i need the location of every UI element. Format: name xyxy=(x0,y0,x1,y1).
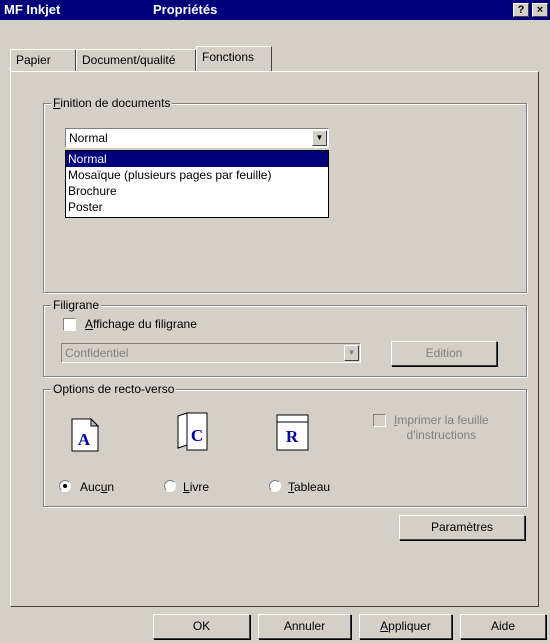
radio-none-label[interactable]: Aucun xyxy=(80,480,114,494)
radio-none[interactable] xyxy=(59,480,71,492)
dropdown-option-brochure[interactable]: Brochure xyxy=(66,183,328,199)
properties-dialog: MF Inkjet Propriétés ? × Papier Document… xyxy=(0,0,550,643)
watermark-checkbox[interactable] xyxy=(63,318,76,331)
dropdown-option-normal[interactable]: Normal xyxy=(66,151,328,167)
dropdown-option-mosaique[interactable]: Mosaïque (plusieurs pages par feuille) xyxy=(66,167,328,183)
finishing-legend: Finition de documents xyxy=(51,96,173,110)
help-button[interactable]: Aide xyxy=(460,614,546,639)
radio-table-label[interactable]: Tableau xyxy=(288,480,330,494)
radio-book-label[interactable]: Livre xyxy=(183,480,209,494)
page-letter: A xyxy=(78,430,91,449)
cancel-button[interactable]: Annuler xyxy=(258,614,351,639)
app-title: MF Inkjet xyxy=(4,2,61,17)
watermark-legend: Filigrane xyxy=(51,298,102,312)
close-button[interactable]: × xyxy=(532,3,548,17)
ok-button[interactable]: OK xyxy=(153,614,250,639)
tab-fonctions[interactable]: Fonctions xyxy=(196,46,272,71)
finishing-select-value: Normal xyxy=(69,131,108,145)
page-letter: R xyxy=(286,427,299,446)
parameters-button[interactable]: Paramètres xyxy=(399,515,525,540)
finishing-select[interactable]: Normal ▼ xyxy=(65,128,329,148)
tab-papier[interactable]: Papier xyxy=(10,49,76,71)
duplex-legend: Options de recto-verso xyxy=(51,382,177,396)
watermark-checkbox-label[interactable]: Affichage du filigrane xyxy=(85,317,197,331)
watermark-select[interactable]: Confidentiel ▼ xyxy=(61,343,361,363)
page-letter: C xyxy=(191,426,203,445)
radio-book[interactable] xyxy=(164,480,176,492)
print-instructions-checkbox[interactable] xyxy=(373,414,386,427)
watermark-select-value: Confidentiel xyxy=(65,346,129,360)
title-bar: MF Inkjet Propriétés ? × xyxy=(0,0,550,20)
dropdown-option-poster[interactable]: Poster xyxy=(66,199,328,215)
chevron-down-icon[interactable]: ▼ xyxy=(312,130,327,146)
apply-button[interactable]: Appliquer xyxy=(359,614,452,639)
edit-button[interactable]: Edition xyxy=(391,341,497,366)
help-title-button[interactable]: ? xyxy=(513,3,529,17)
finishing-dropdown-list: Normal Mosaïque (plusieurs pages par feu… xyxy=(65,150,329,218)
tab-document-qualite[interactable]: Document/qualité xyxy=(76,49,196,71)
dialog-title: Propriétés xyxy=(153,2,218,17)
radio-table[interactable] xyxy=(269,480,281,492)
book-binding-icon: C xyxy=(177,412,208,451)
chevron-down-icon[interactable]: ▼ xyxy=(344,345,359,361)
print-instructions-label[interactable]: Imprimer la feuille d'instructions xyxy=(394,413,489,443)
page-single-icon: A xyxy=(71,418,99,452)
tablet-binding-icon: R xyxy=(276,414,309,451)
